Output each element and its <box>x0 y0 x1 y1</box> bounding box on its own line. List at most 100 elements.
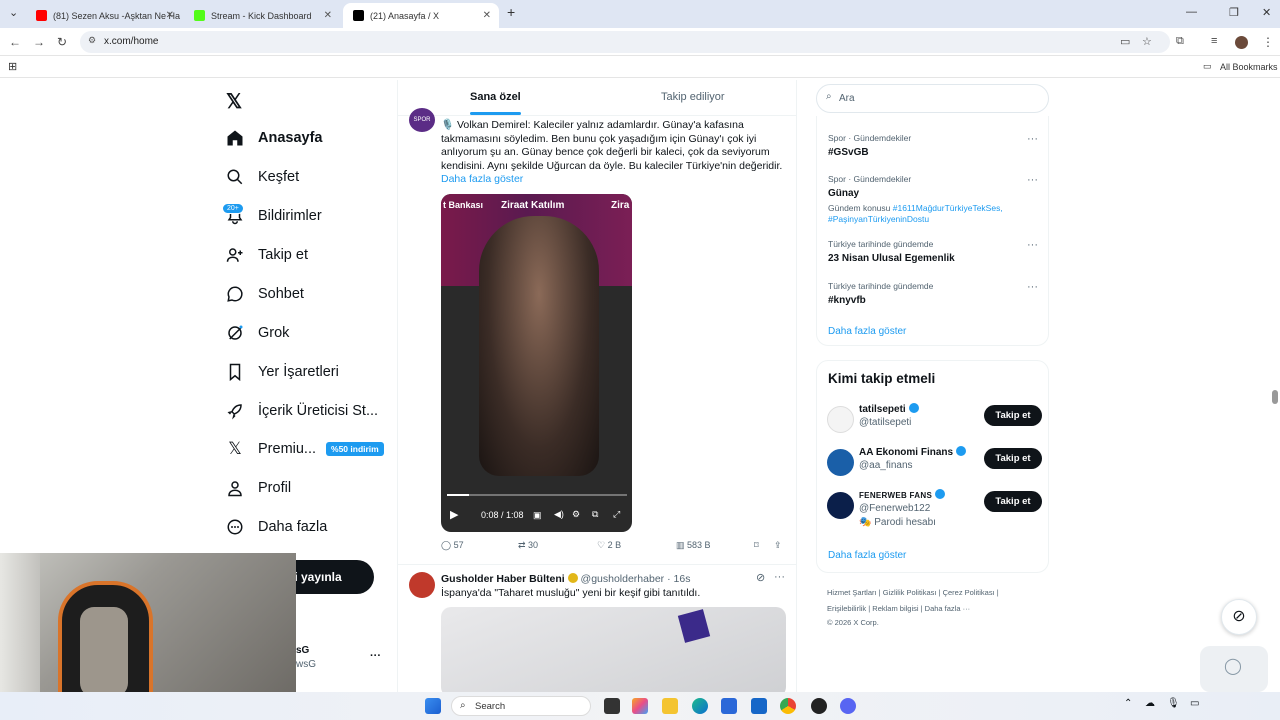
messages-fab[interactable]: ◯ <box>1200 646 1268 692</box>
media-icon[interactable]: ≡ <box>1211 35 1217 47</box>
trends-show-more-link[interactable]: Daha fazla göster <box>828 326 906 337</box>
task-view-icon[interactable] <box>604 698 620 714</box>
apps-icon[interactable]: ⊞ <box>8 60 17 73</box>
account-name[interactable]: sG <box>296 645 309 656</box>
author-name[interactable]: Gusholder Haber Bülteni <box>441 573 565 585</box>
nav-home[interactable]: Anasayfa <box>224 122 322 154</box>
back-icon[interactable]: ← <box>9 35 21 49</box>
tweet-image[interactable] <box>441 607 786 692</box>
app-icon[interactable] <box>811 698 827 714</box>
tray-chevron-icon[interactable]: ⌃ <box>1124 698 1132 709</box>
reload-icon[interactable]: ↻ <box>57 35 67 49</box>
start-icon[interactable] <box>425 698 441 714</box>
outlook-icon[interactable] <box>751 698 767 714</box>
profile-avatar[interactable] <box>1235 36 1248 49</box>
more-icon[interactable]: ··· <box>1027 133 1038 145</box>
repost-button[interactable]: ⇄ 30 <box>518 540 538 551</box>
footer-links[interactable]: Erişilebilirlik | Reklam bilgisi | Daha … <box>827 604 970 613</box>
cloud-icon[interactable]: ☁ <box>1145 698 1155 709</box>
browser-tab-x[interactable]: (21) Anasayfa / X ✕ <box>343 3 499 28</box>
trend-item[interactable]: Türkiye tarihinde gündemde #knyvfb ··· <box>828 281 1038 306</box>
trend-item[interactable]: Türkiye tarihinde gündemde 23 Nisan Ulus… <box>828 239 1038 264</box>
trend-item[interactable]: Spor · Gündemdekiler #GSvGB ··· <box>828 133 1038 158</box>
views-button[interactable]: ▥ 583 B <box>676 540 711 551</box>
close-window-icon[interactable]: ✕ <box>1262 6 1271 19</box>
chrome-icon[interactable] <box>780 698 796 714</box>
follow-show-more-link[interactable]: Daha fazla göster <box>828 550 906 561</box>
all-bookmarks-link[interactable]: All Bookmarks <box>1220 62 1278 72</box>
follow-button[interactable]: Takip et <box>984 491 1042 512</box>
more-icon[interactable]: ··· <box>774 571 785 583</box>
forward-icon[interactable]: → <box>33 35 45 49</box>
restore-icon[interactable]: ❐ <box>1229 6 1239 19</box>
tweet-time[interactable]: 16s <box>674 573 691 585</box>
bookmark-icon[interactable]: ⌑ <box>754 540 759 551</box>
nav-grok[interactable]: Grok <box>224 317 289 349</box>
x-logo-icon[interactable]: 𝕏 <box>226 89 242 114</box>
cast-icon[interactable]: ▭ <box>1120 35 1130 48</box>
author-avatar[interactable] <box>409 572 435 598</box>
tab-following[interactable]: Takip ediliyor <box>661 91 725 103</box>
nav-profile[interactable]: Profil <box>224 472 291 504</box>
more-icon[interactable]: ··· <box>1027 281 1038 293</box>
grok-fab[interactable]: ⊘ <box>1221 599 1257 635</box>
settings-icon[interactable]: ⚙ <box>572 509 580 520</box>
play-icon[interactable]: ▶ <box>450 508 458 521</box>
show-more-link[interactable]: Daha fazla göster <box>441 173 523 185</box>
minimize-icon[interactable]: — <box>1186 6 1197 18</box>
close-icon[interactable]: ✕ <box>166 10 174 21</box>
avatar[interactable] <box>827 492 854 519</box>
scrollbar-thumb[interactable] <box>1272 390 1278 404</box>
nav-creator-studio[interactable]: İçerik Üreticisi St... <box>224 395 378 427</box>
account-menu-icon[interactable]: ··· <box>370 650 381 662</box>
nav-premium[interactable]: 𝕏 Premiu... %50 indirim <box>224 433 384 465</box>
network-icon[interactable]: ▭ <box>1190 698 1199 709</box>
browser-tab-youtube[interactable]: (81) Sezen Aksu -Aşktan Ne Ha ✕ <box>26 3 182 28</box>
suggested-account[interactable]: tatilsepeti @tatilsepeti Takip et <box>827 403 1042 441</box>
suggested-account[interactable]: AA Ekonomi Finans @aa_finans Takip et <box>827 446 1042 484</box>
follow-button[interactable]: Takip et <box>984 448 1042 469</box>
nav-follow[interactable]: Takip et <box>224 239 308 271</box>
nav-chat[interactable]: Sohbet <box>224 278 304 310</box>
more-icon[interactable]: ··· <box>1027 174 1038 186</box>
more-icon[interactable]: ··· <box>1027 239 1038 251</box>
browser-tab-kick[interactable]: Stream - Kick Dashboard ✕ <box>184 3 340 28</box>
trend-item[interactable]: Spor · Gündemdekiler Günay Gündem konusu… <box>828 174 1038 225</box>
pip-icon[interactable]: ⧉ <box>592 509 598 520</box>
store-icon[interactable] <box>721 698 737 714</box>
new-tab-icon[interactable]: + <box>507 4 515 20</box>
like-button[interactable]: ♡ 2 B <box>597 540 621 551</box>
extensions-icon[interactable]: ⧉ <box>1176 35 1184 48</box>
nav-more[interactable]: Daha fazla <box>224 511 327 543</box>
grok-icon[interactable]: ⊘ <box>756 571 765 584</box>
tab-for-you[interactable]: Sana özel <box>470 91 521 115</box>
video-player[interactable]: t Bankası Ziraat Katılım Zira ▶ 0:08 / 1… <box>441 194 632 532</box>
fullscreen-icon[interactable]: ⤢ <box>613 509 620 520</box>
reply-button[interactable]: ◯ 57 <box>441 540 464 551</box>
follow-button[interactable]: Takip et <box>984 405 1042 426</box>
menu-icon[interactable]: ⋮ <box>1262 35 1274 49</box>
taskbar-search[interactable]: ⌕ Search <box>451 696 591 716</box>
copilot-icon[interactable] <box>632 698 648 714</box>
avatar[interactable] <box>827 406 854 433</box>
microphone-icon[interactable]: 🎙 <box>1167 698 1180 709</box>
nav-bookmarks[interactable]: Yer İşaretleri <box>224 356 339 388</box>
search-input[interactable]: ⌕ Ara <box>816 84 1049 113</box>
suggested-account[interactable]: FENERWEB FANS @Fenerweb122 🎭 Parodi hesa… <box>827 489 1042 535</box>
tab-list-icon[interactable]: ⌄ <box>9 6 18 19</box>
author-avatar[interactable]: SPOR <box>409 108 435 132</box>
close-icon[interactable]: ✕ <box>324 10 332 21</box>
share-icon[interactable]: ⇪ <box>774 540 782 551</box>
nav-explore[interactable]: Keşfet <box>224 161 299 193</box>
avatar[interactable] <box>827 449 854 476</box>
captions-icon[interactable]: ▣ <box>533 510 542 521</box>
footer-links[interactable]: Hizmet Şartları | Gizlilik Politikası | … <box>827 588 999 597</box>
close-icon[interactable]: ✕ <box>483 10 491 21</box>
edge-icon[interactable] <box>692 698 708 714</box>
nav-notifications[interactable]: 20+ Bildirimler <box>222 200 322 232</box>
star-icon[interactable]: ☆ <box>1142 35 1152 48</box>
file-explorer-icon[interactable] <box>662 698 678 714</box>
site-info-icon[interactable]: ⚙ <box>88 35 96 46</box>
url-field[interactable]: ⚙ x.com/home <box>80 31 1170 53</box>
video-progress-track[interactable] <box>447 494 627 496</box>
